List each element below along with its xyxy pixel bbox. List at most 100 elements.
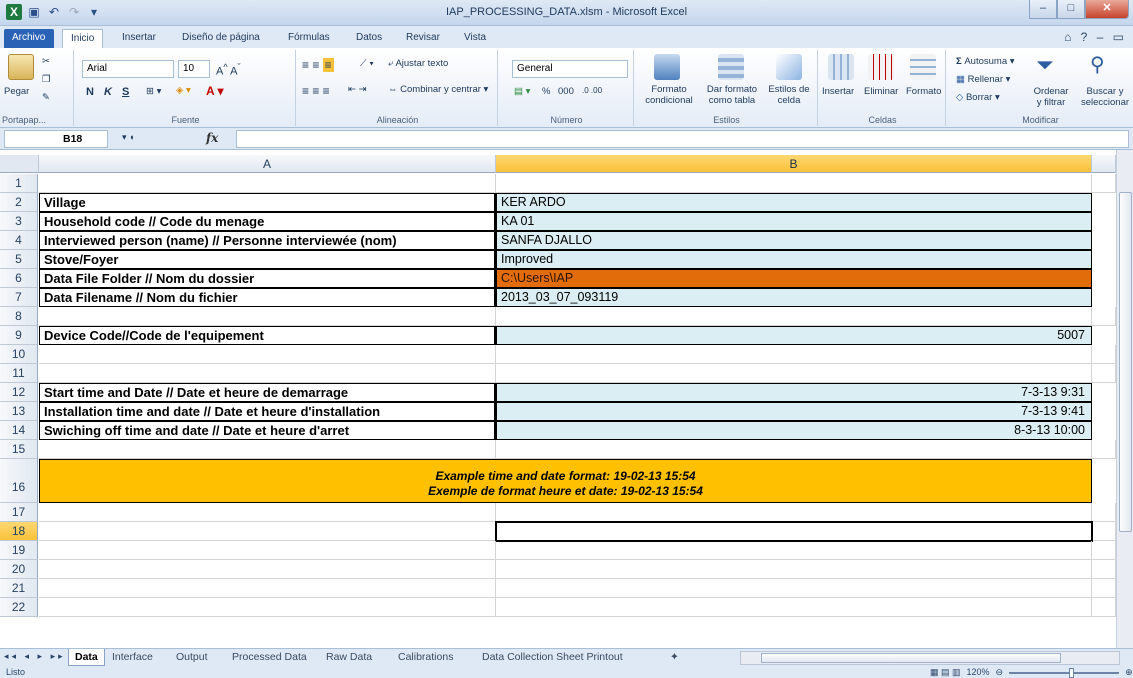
find-select-button[interactable]: Buscar y seleccionar: [1078, 86, 1132, 108]
empty-cell[interactable]: [496, 364, 1092, 383]
italic-button[interactable]: K: [104, 86, 112, 98]
minimize-button[interactable]: –: [1029, 0, 1057, 19]
value-cell[interactable]: 8-3-13 10:00: [496, 421, 1092, 440]
empty-cell[interactable]: [1092, 541, 1116, 560]
tab-formulas[interactable]: Fórmulas: [280, 29, 338, 48]
empty-cell[interactable]: [39, 522, 496, 541]
column-header-a[interactable]: A: [39, 155, 496, 173]
empty-cell[interactable]: [39, 579, 496, 598]
empty-cell[interactable]: [39, 598, 496, 617]
cell-styles-button[interactable]: Estilos de celda: [764, 84, 814, 106]
label-cell[interactable]: Swiching off time and date // Date et he…: [39, 421, 496, 440]
empty-cell[interactable]: [39, 174, 496, 193]
indent-icon[interactable]: ⇤ ⇥: [348, 84, 367, 95]
empty-cell[interactable]: [1092, 307, 1116, 326]
label-cell[interactable]: Data Filename // Nom du fichier: [39, 288, 496, 307]
empty-cell[interactable]: [1092, 174, 1116, 193]
autosum-button[interactable]: Σ Autosuma ▾: [956, 56, 1015, 67]
wrap-text-button[interactable]: ⤶ Ajustar texto: [388, 58, 448, 69]
label-cell[interactable]: Interviewed person (name) // Personne in…: [39, 231, 496, 250]
conditional-format-icon[interactable]: [654, 54, 680, 80]
conditional-format-button[interactable]: Formato condicional: [640, 84, 698, 106]
row-header[interactable]: 2: [0, 193, 38, 212]
format-table-button[interactable]: Dar formato como tabla: [704, 84, 760, 106]
empty-cell[interactable]: [39, 503, 496, 522]
zoom-level[interactable]: 120%: [967, 666, 990, 678]
row-header[interactable]: 10: [0, 345, 38, 364]
sheet-tab-calibrations[interactable]: Calibrations: [392, 649, 459, 666]
row-header[interactable]: 6: [0, 269, 38, 288]
percent-button[interactable]: %: [542, 86, 550, 97]
horizontal-scroll-thumb[interactable]: [761, 653, 1061, 663]
value-cell[interactable]: SANFA DJALLO: [496, 231, 1092, 250]
clear-button[interactable]: ◇ Borrar ▾: [956, 92, 1000, 103]
value-cell[interactable]: Improved: [496, 250, 1092, 269]
merge-center-button[interactable]: ⇔ Combinar y centrar ▾: [388, 84, 488, 95]
row-header[interactable]: 11: [0, 364, 38, 383]
sheet-tab-output[interactable]: Output: [170, 649, 214, 666]
tab-revisar[interactable]: Revisar: [398, 29, 448, 48]
spreadsheet-grid[interactable]: A B 1 2 Village KER ARDO 3 Household code // …: [0, 150, 1133, 648]
label-cell[interactable]: Household code // Code du menage: [39, 212, 496, 231]
format-table-icon[interactable]: [718, 54, 744, 80]
font-name-select[interactable]: Arial: [82, 60, 174, 78]
empty-cell[interactable]: [496, 579, 1092, 598]
cell-styles-icon[interactable]: [776, 54, 802, 80]
value-cell[interactable]: KER ARDO: [496, 193, 1092, 212]
column-header-b[interactable]: B: [496, 155, 1092, 173]
empty-cell[interactable]: [1092, 503, 1116, 522]
empty-cell[interactable]: [1092, 598, 1116, 617]
empty-cell[interactable]: [39, 307, 496, 326]
sheet-tab-raw-data[interactable]: Raw Data: [320, 649, 378, 666]
decimal-icon[interactable]: .0 .00: [582, 86, 602, 95]
date-format-banner[interactable]: Example time and date format: 19-02-13 1…: [39, 459, 1092, 503]
vertical-scrollbar[interactable]: [1116, 150, 1133, 648]
row-header[interactable]: 1: [0, 174, 38, 193]
row-header[interactable]: 4: [0, 231, 38, 250]
sheet-tab-data[interactable]: Data: [68, 649, 105, 666]
tab-vista[interactable]: Vista: [456, 29, 494, 48]
format-painter-icon[interactable]: ✎: [42, 92, 50, 103]
ribbon-help-icons[interactable]: ⌂ ? – ▭: [1064, 30, 1127, 44]
value-cell[interactable]: C:\Users\IAP: [496, 269, 1092, 288]
tab-archivo[interactable]: Archivo: [4, 29, 54, 48]
maximize-button[interactable]: □: [1057, 0, 1085, 19]
empty-cell[interactable]: [496, 345, 1092, 364]
insert-cells-button[interactable]: Insertar: [822, 86, 854, 97]
fill-color-icon[interactable]: ◈ ▾: [176, 85, 191, 96]
value-cell[interactable]: 5007: [496, 326, 1092, 345]
empty-cell[interactable]: [1092, 579, 1116, 598]
empty-cell[interactable]: [496, 598, 1092, 617]
row-header[interactable]: 19: [0, 541, 38, 560]
row-header[interactable]: 17: [0, 503, 38, 522]
select-all-corner[interactable]: [0, 155, 39, 173]
row-header[interactable]: 3: [0, 212, 38, 231]
label-cell[interactable]: Installation time and date // Date et he…: [39, 402, 496, 421]
close-button[interactable]: ✕: [1085, 0, 1129, 19]
row-header[interactable]: 5: [0, 250, 38, 269]
copy-icon[interactable]: ❐: [42, 74, 51, 85]
currency-icon[interactable]: ▤ ▾: [514, 86, 530, 97]
zoom-slider[interactable]: [1009, 667, 1120, 678]
label-cell[interactable]: Stove/Foyer: [39, 250, 496, 269]
sheet-tab-data-collection[interactable]: Data Collection Sheet Printout: [476, 649, 629, 666]
row-header[interactable]: 16: [0, 459, 38, 503]
sheet-nav-arrows[interactable]: ◂◂ ◂ ▸ ▸▸: [4, 651, 66, 662]
font-size-select[interactable]: 10: [178, 60, 210, 78]
empty-cell[interactable]: [1092, 440, 1116, 459]
tab-diseno[interactable]: Diseño de página: [174, 29, 268, 48]
value-cell[interactable]: 2013_03_07_093119: [496, 288, 1092, 307]
number-format-select[interactable]: General: [512, 60, 628, 78]
delete-cells-button[interactable]: Eliminar: [864, 86, 898, 97]
label-cell[interactable]: Device Code//Code de l'equipement: [39, 326, 496, 345]
empty-cell[interactable]: [496, 503, 1092, 522]
value-cell[interactable]: 7-3-13 9:31: [496, 383, 1092, 402]
fill-button[interactable]: ▦ Rellenar ▾: [956, 74, 1010, 85]
selected-cell-b18[interactable]: [495, 521, 1093, 542]
zoom-out-icon[interactable]: ⊖: [996, 666, 1004, 678]
label-cell[interactable]: Start time and Date // Date et heure de …: [39, 383, 496, 402]
empty-cell[interactable]: [496, 307, 1092, 326]
grow-font-icon[interactable]: A^ Aˇ: [216, 62, 241, 78]
empty-cell[interactable]: [1092, 364, 1116, 383]
empty-cell[interactable]: [39, 364, 496, 383]
